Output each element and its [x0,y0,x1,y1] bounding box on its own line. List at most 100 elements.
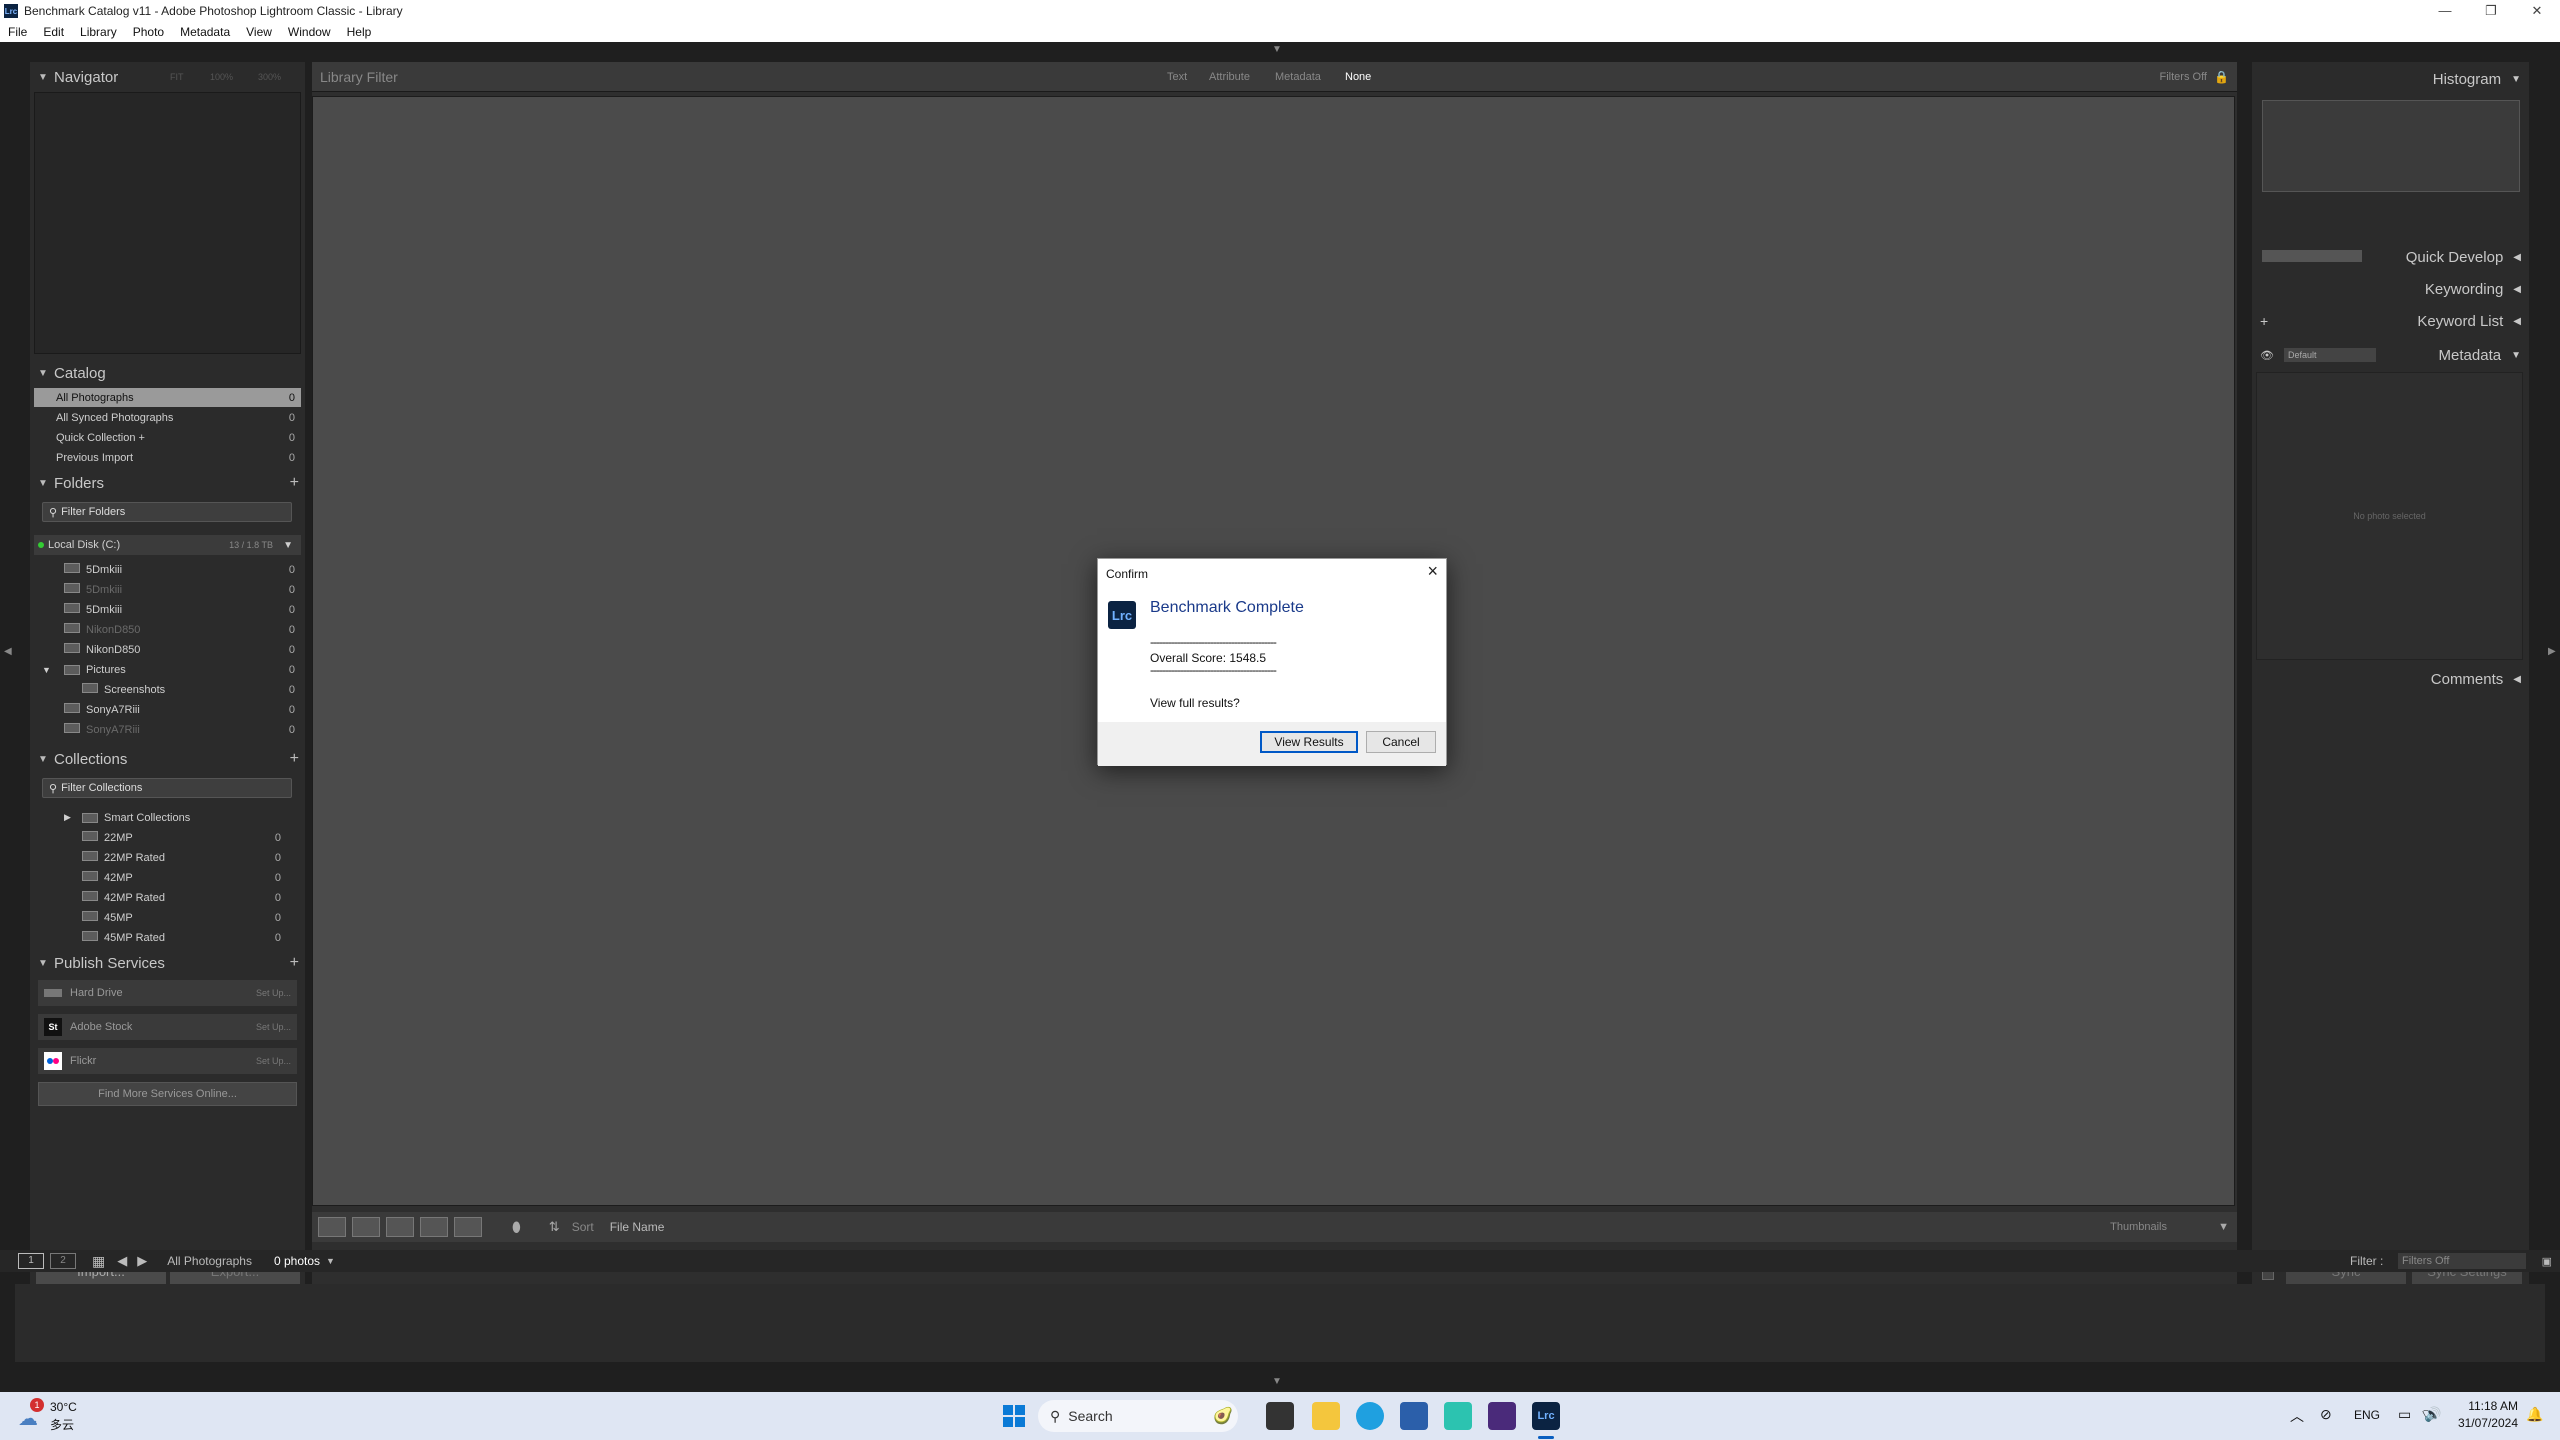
folder-item[interactable]: 5Dmkiii 0 [34,600,301,619]
restore-icon[interactable]: ❐ [2468,0,2514,22]
compare-view-icon[interactable] [386,1217,414,1237]
publish-adobe-stock[interactable]: St Adobe Stock Set Up... [38,1014,297,1040]
collections-header[interactable]: ▼ Collections + [30,746,305,772]
metadata-preset-dropdown[interactable]: Default [2284,348,2376,362]
view-results-button[interactable]: View Results [1260,731,1358,753]
weather-desc[interactable]: 多云 [50,1416,74,1433]
sort-dropdown[interactable]: File Name [610,1220,665,1234]
clock-time[interactable]: 11:18 AM [2450,1399,2518,1413]
collection-item[interactable]: 22MP 0 [34,828,301,847]
folder-item[interactable]: SonyA7Riii 0 [34,700,301,719]
zoom-100[interactable]: 100% [210,72,233,82]
monitor-1-button[interactable]: 1 [18,1253,44,1269]
filter-folders-input[interactable]: ⚲ Filter Folders [42,502,292,522]
folder-item-pictures[interactable]: ▼ Pictures 0 [34,660,301,679]
collection-item[interactable]: 42MP Rated 0 [34,888,301,907]
quick-develop-header[interactable]: Quick Develop ◀ [2252,244,2529,270]
metadata-header[interactable]: 👁 Default Metadata ▼ [2252,342,2529,368]
top-panel-toggle-icon[interactable]: ▼ [1272,44,1282,55]
find-more-services-button[interactable]: Find More Services Online... [38,1082,297,1106]
keywording-header[interactable]: Keywording ◀ [2252,276,2529,302]
zoom-300[interactable]: 300% [258,72,281,82]
file-explorer-icon[interactable] [1312,1402,1340,1430]
chevron-down-icon[interactable]: ▼ [326,1256,335,1266]
bottom-panel-toggle-icon[interactable]: ▼ [1272,1376,1282,1387]
folder-item[interactable]: 5Dmkiii 0 [34,580,301,599]
taskbar-search[interactable]: ⚲ Search 🥑 [1038,1400,1238,1432]
photo-count[interactable]: 0 photos [274,1254,320,1268]
keyword-list-header[interactable]: + Keyword List ◀ [2252,308,2529,334]
eye-icon[interactable]: 👁 [2260,349,2274,362]
menu-help[interactable]: Help [339,25,380,39]
dropdown-triangle-icon[interactable]: ▼ [283,540,293,551]
filter-tab-text[interactable]: Text [1167,71,1187,83]
expand-triangle-icon[interactable]: ▼ [34,665,64,675]
zoom-fit[interactable]: FIT [170,72,184,82]
filmstrip-source[interactable]: All Photographs [167,1254,252,1268]
folder-item[interactable]: NikonD850 0 [34,640,301,659]
filter-tab-metadata[interactable]: Metadata [1275,71,1321,83]
filters-off-dropdown[interactable]: Filters Off [2160,71,2207,83]
set-up-link[interactable]: Set Up... [256,1022,291,1032]
lock-icon[interactable]: 🔒 [2214,70,2229,84]
edge-browser-icon[interactable] [1356,1402,1384,1430]
clock-date[interactable]: 31/07/2024 [2450,1416,2518,1430]
filter-lock-icon[interactable]: ▣ [2542,1255,2552,1268]
filter-tab-attribute[interactable]: Attribute [1209,71,1250,83]
add-publish-service-icon[interactable]: + [290,954,299,972]
folder-item[interactable]: 5Dmkiii 0 [34,560,301,579]
filter-tab-none[interactable]: None [1345,71,1371,83]
grid-icon[interactable]: ▦ [92,1253,105,1270]
set-up-link[interactable]: Set Up... [256,988,291,998]
catalog-header[interactable]: ▼ Catalog [30,360,305,386]
folder-item[interactable]: NikonD850 0 [34,620,301,639]
display-icon[interactable]: ▭ [2398,1406,2411,1423]
loupe-view-icon[interactable] [352,1217,380,1237]
volume-local-disk[interactable]: Local Disk (C:) 13 / 1.8 TB ▼ [34,535,301,555]
catalog-item-previous-import[interactable]: Previous Import 0 [34,448,301,467]
people-view-icon[interactable] [454,1217,482,1237]
catalog-item-all-synced[interactable]: All Synced Photographs 0 [34,408,301,427]
sort-direction-icon[interactable]: ⇅ [549,1219,560,1235]
left-panel-toggle-icon[interactable]: ◀ [4,646,12,657]
collection-smart[interactable]: ▶ Smart Collections [34,808,301,827]
minimize-icon[interactable]: — [2422,0,2468,22]
close-icon[interactable]: × [1427,561,1438,582]
app-icon-purple[interactable] [1488,1402,1516,1430]
back-arrow-icon[interactable]: ◀ [117,1253,127,1269]
menu-file[interactable]: File [0,25,35,39]
survey-view-icon[interactable] [420,1217,448,1237]
toolbar-menu-triangle-icon[interactable]: ▼ [2218,1221,2229,1233]
folders-header[interactable]: ▼ Folders + [30,470,305,496]
folder-item[interactable]: SonyA7Riii 0 [34,720,301,739]
navigator-header[interactable]: ▼ Navigator FIT 100% 300% [30,64,305,90]
chevron-up-icon[interactable]: ︿ [2290,1406,2304,1426]
menu-photo[interactable]: Photo [125,25,172,39]
publish-services-header[interactable]: ▼ Publish Services + [30,950,305,976]
expand-triangle-icon[interactable]: ▶ [34,812,82,823]
windows-start-icon[interactable] [1000,1402,1028,1430]
add-collection-icon[interactable]: + [290,750,299,768]
painter-icon[interactable]: ⬮ [512,1219,521,1236]
menu-edit[interactable]: Edit [35,25,72,39]
menu-library[interactable]: Library [72,25,125,39]
lightroom-taskbar-icon[interactable]: Lrc [1532,1402,1560,1430]
filmstrip-filter-dropdown[interactable]: Filters Off [2398,1253,2526,1269]
collection-item[interactable]: 22MP Rated 0 [34,848,301,867]
menu-view[interactable]: View [238,25,280,39]
catalog-item-quick-collection[interactable]: Quick Collection + 0 [34,428,301,447]
collection-item[interactable]: 45MP 0 [34,908,301,927]
add-keyword-icon[interactable]: + [2260,313,2268,329]
language-indicator[interactable]: ENG [2354,1408,2380,1422]
filter-collections-input[interactable]: ⚲ Filter Collections [42,778,292,798]
publish-flickr[interactable]: Flickr Set Up... [38,1048,297,1074]
set-up-link[interactable]: Set Up... [256,1056,291,1066]
collection-item[interactable]: 42MP 0 [34,868,301,887]
menu-metadata[interactable]: Metadata [172,25,238,39]
comments-header[interactable]: Comments ◀ [2252,666,2529,692]
weather-temp[interactable]: 30°C [50,1400,77,1414]
add-folder-icon[interactable]: + [290,474,299,492]
grid-view-icon[interactable] [318,1217,346,1237]
app-icon-terminal[interactable] [1266,1402,1294,1430]
collection-item[interactable]: 45MP Rated 0 [34,928,301,947]
